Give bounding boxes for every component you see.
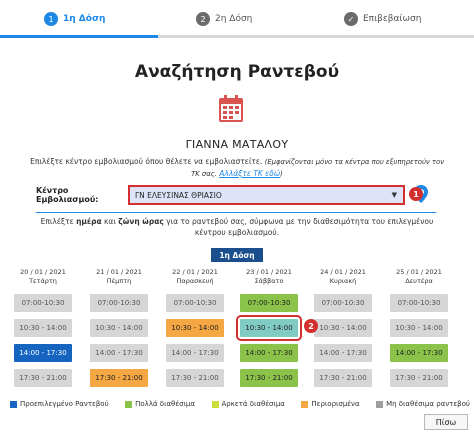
legend-item: Αρκετά διαθέσιμα — [211, 400, 285, 408]
instructions-text: Επιλέξτε ημέρα και ζώνη ώρας για το ραντ… — [40, 216, 434, 238]
time-slot: 17:30 - 21:00 — [314, 369, 372, 387]
legend-swatch — [10, 400, 17, 408]
time-slot: 10:30 - 14:00 — [314, 319, 372, 337]
step-second-dose: 2 2η Δόση — [196, 12, 252, 26]
day-header: 23 / 01 / 2021 Σάββατο — [239, 268, 299, 286]
step-label: 1η Δόση — [63, 14, 106, 24]
step-progress-bar-active — [0, 35, 158, 38]
step-label: 2η Δόση — [215, 14, 253, 24]
legend-swatch — [301, 400, 309, 408]
intro-main: Επιλέξτε κέντρο εμβολιασμού όπου θέλετε … — [30, 157, 263, 166]
step-number-icon: 1 — [44, 12, 58, 26]
day-date: 25 / 01 / 2021 — [396, 268, 442, 276]
time-slot: 17:30 - 21:00 — [14, 369, 72, 387]
time-slot: 10:30 - 14:00 — [90, 319, 148, 337]
time-slot[interactable]: 14:00 - 17:30 — [240, 344, 298, 362]
legend-label: Προεπιλεγμένο Ραντεβού — [20, 400, 109, 408]
time-slot: 14:00 - 17:30 — [90, 344, 148, 362]
time-slot: 10:30 - 14:00 — [390, 319, 448, 337]
legend-label: Μη διαθέσιμα ραντεβού — [386, 400, 470, 408]
step-label: Επιβεβαίωση — [363, 14, 422, 24]
time-slot[interactable]: 14:00 - 17:30 — [390, 344, 448, 362]
patient-name: ΓΙΑΝΝΑ ΜΑΤΑΛΟΥ — [185, 138, 289, 151]
dropdown-arrow-icon: ▼ — [391, 191, 397, 199]
time-slot[interactable]: 14:00 - 17:30 — [14, 344, 72, 362]
calendar-icon — [219, 95, 243, 122]
time-slot: 07:00-10:30 — [166, 294, 224, 312]
dose-badge: 1η Δόση — [211, 248, 263, 262]
instr-pre: Επιλέξτε — [40, 217, 77, 226]
day-weekday: Πέμπτη — [106, 277, 132, 285]
time-slot: 14:00 - 17:30 — [166, 344, 224, 362]
day-date: 22 / 01 / 2021 — [172, 268, 218, 276]
time-slot[interactable]: 10:30 - 14:00 — [236, 315, 302, 341]
legend-item: Προεπιλεγμένο Ραντεβού — [10, 400, 109, 408]
day-weekday: Παρασκευή — [176, 277, 214, 285]
annotation-badge: 1 — [409, 187, 423, 201]
instr-slot: ζώνη ώρας — [118, 217, 164, 226]
legend-item: Περιορισμένα — [301, 400, 360, 408]
time-slot: 17:30 - 21:00 — [166, 369, 224, 387]
legend-swatch — [376, 400, 384, 408]
legend: Προεπιλεγμένο Ραντεβού Πολλά διαθέσιμα Αρκ… — [10, 400, 470, 408]
time-slot: 17:30 - 21:00 — [390, 369, 448, 387]
day-weekday: Δευτέρα — [405, 277, 433, 285]
page-title: Αναζήτηση Ραντεβού — [134, 62, 340, 82]
center-label: Κέντρο Εμβολιασμού: — [36, 186, 99, 204]
day-header: 20 / 01 / 2021 Τετάρτη — [13, 268, 73, 286]
legend-swatch — [211, 400, 219, 408]
day-weekday: Σάββατο — [254, 277, 284, 285]
annotation-badge: 2 — [304, 319, 318, 333]
time-slot: 07:00-10:30 — [390, 294, 448, 312]
step-number-icon: 2 — [196, 12, 210, 26]
instr-day: ημέρα — [76, 217, 102, 226]
legend-label: Αρκετά διαθέσιμα — [221, 400, 285, 408]
time-slot: 07:00-10:30 — [90, 294, 148, 312]
legend-swatch — [125, 400, 133, 408]
day-weekday: Κυριακή — [329, 277, 357, 285]
time-slot[interactable]: 10:30 - 14:00 — [166, 319, 224, 337]
change-postcode-link[interactable]: Αλλάξτε ΤΚ εδώ — [219, 169, 280, 178]
step-progress-bar-remaining — [158, 35, 474, 38]
center-select[interactable]: ΓΝ ΕΛΕΥΣΙΝΑΣ ΘΡΙΑΣΙΟ ▼ — [128, 185, 405, 205]
center-selected-value: ΓΝ ΕΛΕΥΣΙΝΑΣ ΘΡΙΑΣΙΟ — [135, 190, 222, 200]
vaccination-center-row: Κέντρο Εμβολιασμού: ΓΝ ΕΛΕΥΣΙΝΑΣ ΘΡΙΑΣΙΟ… — [36, 183, 436, 207]
instr-post: για το ραντεβού σας, σύμφωνα με την διαθ… — [163, 217, 434, 237]
center-intro-text: Επιλέξτε κέντρο εμβολιασμού όπου θέλετε … — [30, 156, 444, 180]
day-weekday: Τετάρτη — [29, 277, 57, 285]
progress-stepper: 1 1η Δόση 2 2η Δόση ✓ Επιβεβαίωση — [0, 0, 474, 40]
instr-mid: και — [101, 217, 119, 226]
center-divider — [36, 212, 436, 213]
step-first-dose: 1 1η Δόση — [44, 12, 105, 26]
day-header: 21 / 01 / 2021 Πέμπτη — [89, 268, 149, 286]
day-header: 25 / 01 / 2021 Δευτέρα — [389, 268, 449, 286]
day-date: 21 / 01 / 2021 — [96, 268, 142, 276]
day-date: 23 / 01 / 2021 — [246, 268, 292, 276]
time-slot[interactable]: 17:30 - 21:00 — [240, 369, 298, 387]
day-header: 22 / 01 / 2021 Παρασκευή — [165, 268, 225, 286]
legend-item: Μη διαθέσιμα ραντεβού — [376, 400, 470, 408]
intro-note-end: ) — [280, 170, 283, 178]
time-slot: 07:00-10:30 — [14, 294, 72, 312]
legend-label: Περιορισμένα — [311, 400, 360, 408]
back-button[interactable]: Πίσω — [424, 414, 468, 430]
legend-item: Πολλά διαθέσιμα — [125, 400, 195, 408]
time-slot[interactable]: 17:30 - 21:00 — [90, 369, 148, 387]
time-slot: 14:00 - 17:30 — [314, 344, 372, 362]
legend-label: Πολλά διαθέσιμα — [135, 400, 196, 408]
check-icon: ✓ — [344, 12, 358, 26]
time-slot[interactable]: 07:00-10:30 — [240, 294, 298, 312]
day-date: 24 / 01 / 2021 — [320, 268, 366, 276]
day-header: 24 / 01 / 2021 Κυριακή — [313, 268, 373, 286]
day-date: 20 / 01 / 2021 — [20, 268, 66, 276]
time-slot: 07:00-10:30 — [314, 294, 372, 312]
time-slot: 10:30 - 14:00 — [14, 319, 72, 337]
step-confirmation: ✓ Επιβεβαίωση — [344, 12, 421, 26]
